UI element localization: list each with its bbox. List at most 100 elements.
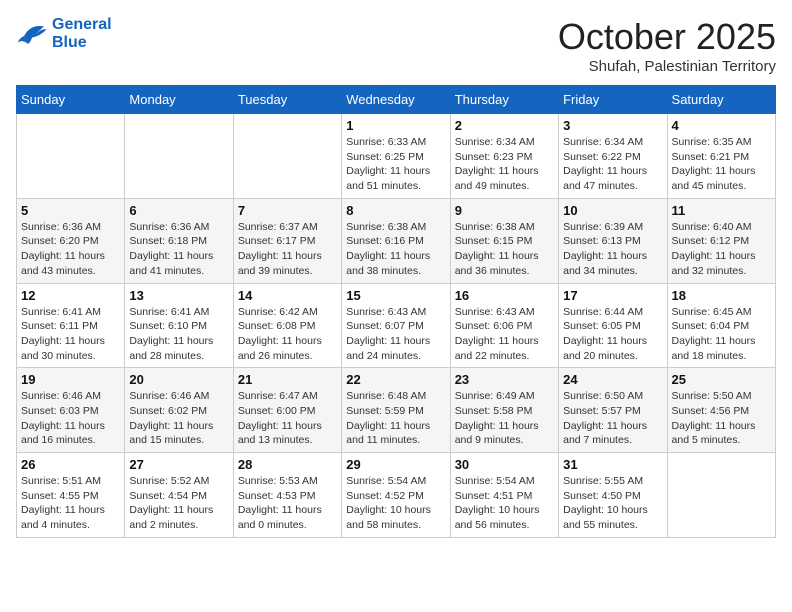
day-number: 22 (346, 372, 445, 387)
day-number: 15 (346, 288, 445, 303)
day-info: Sunrise: 6:36 AM Sunset: 6:18 PM Dayligh… (129, 220, 228, 279)
day-number: 31 (563, 457, 662, 472)
day-number: 24 (563, 372, 662, 387)
calendar-cell: 29Sunrise: 5:54 AM Sunset: 4:52 PM Dayli… (342, 453, 450, 538)
day-number: 11 (672, 203, 771, 218)
calendar-cell: 20 Sunrise: 6:46 AM Sunset: 6:02 PM Dayli… (125, 368, 233, 453)
logo-icon (16, 20, 48, 48)
weekday-header-sunday: Sunday (17, 86, 125, 114)
day-number: 3 (563, 118, 662, 133)
calendar-cell: 31 Sunrise: 5:55 AM Sunset: 4:50 PM Dayli… (559, 453, 667, 538)
day-info: Sunrise: 6:46 AM Sunset: 6:03 PM Dayligh… (21, 389, 120, 448)
calendar-cell: 19Sunrise: 6:46 AM Sunset: 6:03 PM Dayli… (17, 368, 125, 453)
day-info: Sunrise: 6:46 AM Sunset: 6:02 PM Dayligh… (129, 389, 228, 448)
day-info: Sunrise: 6:39 AM Sunset: 6:13 PM Dayligh… (563, 220, 662, 279)
calendar-cell (667, 453, 775, 538)
day-number: 14 (238, 288, 337, 303)
calendar-cell: 27 Sunrise: 5:52 AM Sunset: 4:54 PM Dayli… (125, 453, 233, 538)
day-info: Sunrise: 6:48 AM Sunset: 5:59 PM Dayligh… (346, 389, 445, 448)
day-info: Sunrise: 6:42 AM Sunset: 6:08 PM Dayligh… (238, 305, 337, 364)
calendar-cell: 7Sunrise: 6:37 AM Sunset: 6:17 PM Daylig… (233, 198, 341, 283)
calendar-cell: 2 Sunrise: 6:34 AM Sunset: 6:23 PM Daylig… (450, 114, 558, 199)
day-info: Sunrise: 6:45 AM Sunset: 6:04 PM Dayligh… (672, 305, 771, 364)
calendar-cell (125, 114, 233, 199)
day-number: 21 (238, 372, 337, 387)
day-info: Sunrise: 6:33 AM Sunset: 6:25 PM Dayligh… (346, 135, 445, 194)
day-info: Sunrise: 6:34 AM Sunset: 6:23 PM Dayligh… (455, 135, 554, 194)
day-number: 28 (238, 457, 337, 472)
logo-text: General Blue (52, 16, 112, 52)
day-number: 16 (455, 288, 554, 303)
day-info: Sunrise: 6:34 AM Sunset: 6:22 PM Dayligh… (563, 135, 662, 194)
calendar-cell: 1 Sunrise: 6:33 AM Sunset: 6:25 PM Daylig… (342, 114, 450, 199)
calendar-cell: 15Sunrise: 6:43 AM Sunset: 6:07 PM Dayli… (342, 283, 450, 368)
calendar-cell: 30 Sunrise: 5:54 AM Sunset: 4:51 PM Dayli… (450, 453, 558, 538)
day-number: 17 (563, 288, 662, 303)
calendar-week-row: 1 Sunrise: 6:33 AM Sunset: 6:25 PM Daylig… (17, 114, 776, 199)
day-number: 1 (346, 118, 445, 133)
calendar-cell: 14 Sunrise: 6:42 AM Sunset: 6:08 PM Dayli… (233, 283, 341, 368)
day-number: 27 (129, 457, 228, 472)
calendar-table: SundayMondayTuesdayWednesdayThursdayFrid… (16, 85, 776, 538)
weekday-header-row: SundayMondayTuesdayWednesdayThursdayFrid… (17, 86, 776, 114)
weekday-header-wednesday: Wednesday (342, 86, 450, 114)
day-number: 20 (129, 372, 228, 387)
calendar-cell: 11 Sunrise: 6:40 AM Sunset: 6:12 PM Dayli… (667, 198, 775, 283)
weekday-header-saturday: Saturday (667, 86, 775, 114)
day-number: 13 (129, 288, 228, 303)
day-number: 26 (21, 457, 120, 472)
calendar-cell: 13 Sunrise: 6:41 AM Sunset: 6:10 PM Dayli… (125, 283, 233, 368)
calendar-cell: 12 Sunrise: 6:41 AM Sunset: 6:11 PM Dayli… (17, 283, 125, 368)
day-info: Sunrise: 6:38 AM Sunset: 6:16 PM Dayligh… (346, 220, 445, 279)
day-info: Sunrise: 6:43 AM Sunset: 6:06 PM Dayligh… (455, 305, 554, 364)
day-number: 6 (129, 203, 228, 218)
calendar-cell (17, 114, 125, 199)
calendar-cell: 9Sunrise: 6:38 AM Sunset: 6:15 PM Daylig… (450, 198, 558, 283)
day-number: 23 (455, 372, 554, 387)
weekday-header-thursday: Thursday (450, 86, 558, 114)
day-number: 29 (346, 457, 445, 472)
calendar-cell: 18 Sunrise: 6:45 AM Sunset: 6:04 PM Dayli… (667, 283, 775, 368)
day-number: 7 (238, 203, 337, 218)
calendar-cell: 17 Sunrise: 6:44 AM Sunset: 6:05 PM Dayli… (559, 283, 667, 368)
calendar-cell (233, 114, 341, 199)
day-info: Sunrise: 6:49 AM Sunset: 5:58 PM Dayligh… (455, 389, 554, 448)
day-info: Sunrise: 5:53 AM Sunset: 4:53 PM Dayligh… (238, 474, 337, 533)
logo: General Blue (16, 16, 112, 52)
day-info: Sunrise: 6:41 AM Sunset: 6:10 PM Dayligh… (129, 305, 228, 364)
day-number: 18 (672, 288, 771, 303)
day-info: Sunrise: 6:41 AM Sunset: 6:11 PM Dayligh… (21, 305, 120, 364)
day-info: Sunrise: 6:47 AM Sunset: 6:00 PM Dayligh… (238, 389, 337, 448)
day-info: Sunrise: 6:50 AM Sunset: 5:57 PM Dayligh… (563, 389, 662, 448)
calendar-week-row: 26 Sunrise: 5:51 AM Sunset: 4:55 PM Dayli… (17, 453, 776, 538)
calendar-week-row: 5 Sunrise: 6:36 AM Sunset: 6:20 PM Daylig… (17, 198, 776, 283)
calendar-cell: 21 Sunrise: 6:47 AM Sunset: 6:00 PM Dayli… (233, 368, 341, 453)
title-area: October 2025 Shufah, Palestinian Territo… (558, 16, 776, 75)
day-number: 25 (672, 372, 771, 387)
calendar-cell: 23 Sunrise: 6:49 AM Sunset: 5:58 PM Dayli… (450, 368, 558, 453)
day-info: Sunrise: 6:36 AM Sunset: 6:20 PM Dayligh… (21, 220, 120, 279)
day-number: 30 (455, 457, 554, 472)
day-number: 2 (455, 118, 554, 133)
day-number: 12 (21, 288, 120, 303)
calendar-cell: 3 Sunrise: 6:34 AM Sunset: 6:22 PM Daylig… (559, 114, 667, 199)
day-info: Sunrise: 6:44 AM Sunset: 6:05 PM Dayligh… (563, 305, 662, 364)
location-subtitle: Shufah, Palestinian Territory (558, 58, 776, 75)
day-info: Sunrise: 6:40 AM Sunset: 6:12 PM Dayligh… (672, 220, 771, 279)
day-info: Sunrise: 5:51 AM Sunset: 4:55 PM Dayligh… (21, 474, 120, 533)
calendar-cell: 26 Sunrise: 5:51 AM Sunset: 4:55 PM Dayli… (17, 453, 125, 538)
calendar-cell: 25Sunrise: 5:50 AM Sunset: 4:56 PM Dayli… (667, 368, 775, 453)
page-header: General Blue October 2025 Shufah, Palest… (16, 16, 776, 75)
day-info: Sunrise: 5:54 AM Sunset: 4:51 PM Dayligh… (455, 474, 554, 533)
day-number: 9 (455, 203, 554, 218)
day-number: 4 (672, 118, 771, 133)
day-info: Sunrise: 5:52 AM Sunset: 4:54 PM Dayligh… (129, 474, 228, 533)
calendar-cell: 16 Sunrise: 6:43 AM Sunset: 6:06 PM Dayli… (450, 283, 558, 368)
day-number: 5 (21, 203, 120, 218)
day-info: Sunrise: 6:35 AM Sunset: 6:21 PM Dayligh… (672, 135, 771, 194)
weekday-header-tuesday: Tuesday (233, 86, 341, 114)
calendar-week-row: 19Sunrise: 6:46 AM Sunset: 6:03 PM Dayli… (17, 368, 776, 453)
day-info: Sunrise: 5:55 AM Sunset: 4:50 PM Dayligh… (563, 474, 662, 533)
calendar-cell: 22 Sunrise: 6:48 AM Sunset: 5:59 PM Dayli… (342, 368, 450, 453)
calendar-cell: 6 Sunrise: 6:36 AM Sunset: 6:18 PM Daylig… (125, 198, 233, 283)
